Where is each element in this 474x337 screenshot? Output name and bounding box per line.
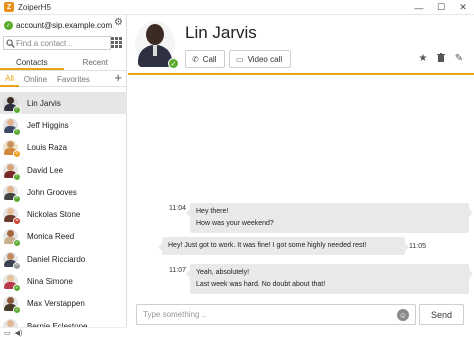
keyboard-icon[interactable]: ▭ [4, 329, 11, 337]
contact-name: Monica Reed [27, 232, 75, 242]
sidebar-footer: ▭ ◀) [0, 327, 127, 337]
presence-available-icon: ✓ [13, 239, 21, 248]
contact-name: John Grooves [27, 187, 77, 197]
avatar: ✓ [3, 229, 21, 248]
account-row[interactable]: ✓ account@sip.example.com ⚙ [0, 17, 127, 33]
header-actions: ★ ✎ [414, 53, 468, 65]
presence-available-icon: ✓ [13, 172, 21, 181]
contact-name: Jeff Higgins [27, 120, 69, 130]
contact-title: Lin Jarvis [185, 23, 257, 42]
message-bubble-incoming: Yeah, absolutely! Last week was hard. No… [186, 264, 473, 294]
message-time: 11:07 [169, 267, 186, 274]
contact-list-item[interactable]: ✓ Nina Simone [0, 270, 127, 293]
filter-tab-online[interactable]: Online [19, 73, 52, 86]
app-logo-icon: Z [4, 2, 14, 12]
star-icon[interactable]: ★ [414, 53, 432, 65]
contact-name: Daniel Ricciardo [27, 254, 86, 264]
filter-tab-favorites[interactable]: Favorites [52, 73, 95, 86]
avatar: ✓ [3, 184, 21, 203]
add-contact-icon[interactable]: + [114, 70, 122, 85]
trash-icon[interactable] [432, 53, 450, 65]
emoji-icon[interactable]: ☺ [397, 309, 409, 321]
presence-available-icon: ✓ [13, 127, 21, 136]
avatar: ✕ [3, 207, 21, 226]
avatar: ✓ [3, 162, 21, 181]
main-tabs: Contacts Recent [0, 55, 127, 71]
speaker-icon[interactable]: ◀) [15, 329, 23, 337]
presence-available-icon: ✓ [13, 306, 21, 315]
message-time: 11:04 [169, 205, 186, 212]
avatar: ✓ [3, 274, 21, 293]
phone-icon: ✆ [192, 54, 199, 64]
contact-list-item[interactable]: ✓ John Grooves [0, 181, 127, 203]
message-time: 11:05 [409, 243, 426, 250]
search-icon [4, 37, 16, 49]
avatar: ✓ [3, 296, 21, 315]
video-call-button-label: Video call [247, 54, 283, 64]
dialpad-icon[interactable] [111, 37, 122, 48]
account-status-icon[interactable]: ✓ [4, 20, 13, 30]
presence-available-icon: ✓ [13, 105, 21, 114]
contact-list-item[interactable]: • Louis Raza [0, 137, 127, 159]
presence-available-icon: ✓ [13, 284, 21, 293]
presence-available-icon: ✓ [13, 194, 21, 203]
contact-name: Nina Simone [27, 277, 73, 287]
tab-recent[interactable]: Recent [64, 55, 128, 70]
filter-tabs: All Online Favorites + [0, 70, 127, 87]
send-button[interactable]: Send [419, 304, 464, 325]
tab-contacts[interactable]: Contacts [0, 55, 64, 70]
message-line: Hey there! [196, 208, 229, 215]
message-line: Yeah, absolutely! [196, 269, 250, 276]
presence-offline-icon: – [13, 261, 21, 270]
window-controls: — ☐ ✕ [408, 0, 474, 15]
close-button[interactable]: ✕ [452, 0, 474, 15]
contact-list-item[interactable]: ✓ Max Verstappen [0, 293, 127, 315]
presence-busy-icon: ✕ [13, 217, 21, 226]
video-camera-icon: ▭ [236, 54, 244, 64]
avatar: ✓ [3, 117, 21, 136]
contact-list-item[interactable]: ✓ Lin Jarvis [0, 92, 127, 115]
contact-name: David Lee [27, 165, 64, 175]
message-bubble-outgoing: Hey! Just got to work. It was fine! I go… [158, 237, 409, 255]
message-input[interactable] [143, 310, 398, 319]
message-line: Last week was hard. No doubt about that! [196, 281, 326, 288]
contact-name: Max Verstappen [27, 299, 85, 309]
presence-available-icon: ✓ [168, 58, 179, 69]
avatar: • [3, 140, 21, 159]
title-bar: Z ZoiperH5 — ☐ ✕ [0, 0, 474, 15]
message-bubble-incoming: Hey there! How was your weekend? [186, 203, 473, 233]
avatar: ✓ [3, 95, 21, 114]
message-composer: ☺ [136, 304, 416, 325]
search-box[interactable] [3, 36, 111, 50]
contact-name: Nickolas Stone [27, 210, 81, 220]
conversation-header: ✓ Lin Jarvis ✆ Call ▭ Video call ★ ✎ [128, 15, 474, 75]
contact-list-item[interactable]: ✕ Nickolas Stone [0, 203, 127, 226]
contact-list-item[interactable]: – Daniel Ricciardo [0, 248, 127, 270]
contact-name: Lin Jarvis [27, 98, 61, 108]
account-address: account@sip.example.com [16, 20, 113, 30]
sidebar: ✓ account@sip.example.com ⚙ Contacts Rec… [0, 15, 127, 337]
message-line: Hey! Just got to work. It was fine! I go… [168, 242, 367, 249]
minimize-button[interactable]: — [408, 0, 430, 15]
contact-name: Louis Raza [27, 143, 68, 153]
contact-list-item[interactable]: ✓ Monica Reed [0, 226, 127, 248]
contact-list-item[interactable]: ✓ David Lee [0, 159, 127, 181]
video-call-button[interactable]: ▭ Video call [229, 50, 291, 68]
filter-tab-all[interactable]: All [0, 72, 19, 87]
gear-icon[interactable]: ⚙ [114, 17, 123, 28]
message-thread: 11:04 Hey there! How was your weekend? H… [128, 77, 474, 299]
presence-away-icon: • [13, 150, 21, 159]
edit-pencil-icon[interactable]: ✎ [450, 53, 468, 65]
message-line: How was your weekend? [196, 220, 274, 227]
call-button[interactable]: ✆ Call [185, 50, 225, 68]
avatar: – [3, 251, 21, 270]
search-input[interactable] [16, 37, 106, 49]
window-title: ZoiperH5 [18, 2, 51, 12]
maximize-button[interactable]: ☐ [430, 0, 452, 15]
call-button-label: Call [202, 54, 217, 64]
contact-list: ✓ Lin Jarvis ✓ Jeff Higgins • Louis Raza… [0, 92, 127, 337]
contact-list-item[interactable]: ✓ Jeff Higgins [0, 114, 127, 136]
